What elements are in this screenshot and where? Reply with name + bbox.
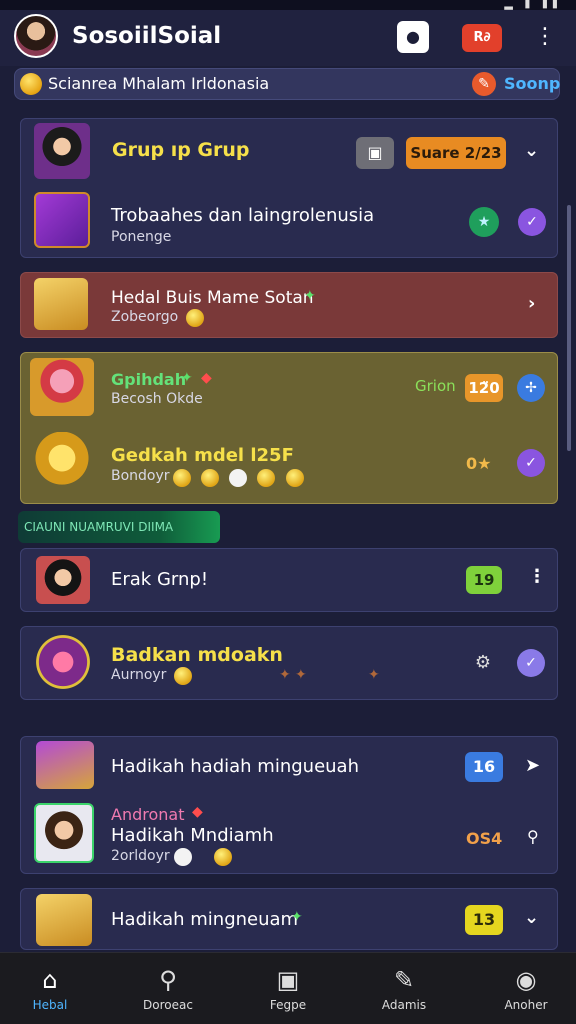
profile-icon: ◉ [515, 966, 537, 994]
treasure-thumb [32, 432, 92, 490]
settings-icon[interactable]: ⚙ [469, 649, 497, 677]
event-subtitle: Aurnoyr [111, 667, 167, 683]
coin-icon [174, 667, 192, 685]
check-icon[interactable]: ✓ [517, 449, 545, 477]
group-badge: 19 [466, 566, 502, 594]
nav-item-home[interactable]: ⌂ Hebal [5, 960, 95, 1020]
event-title: Badkan mdoakn [111, 644, 283, 666]
location-text: Scianrea Mhalam Irldonasia [48, 74, 270, 93]
check-icon[interactable]: ✓ [518, 208, 546, 236]
reward-tag: Grion [415, 377, 456, 395]
bag-icon[interactable]: ● [397, 21, 429, 53]
reward2-title: Gedkah mdel l25F [111, 445, 294, 466]
promo-title: Hedal Buis Mame Sotan [111, 288, 314, 308]
group-title: Grup ıp Grup [112, 139, 250, 161]
weekly-item-subtitle: 2orldoyr [111, 848, 170, 864]
reward-badge: 12̈0 [465, 374, 503, 402]
coin-icon [173, 469, 191, 487]
member-thumb [36, 556, 90, 604]
edit-icon: ✎ [393, 966, 415, 994]
status-bar [0, 0, 576, 10]
nav-label: Hebal [32, 998, 68, 1012]
coin-icon [201, 469, 219, 487]
star-icon[interactable]: ★ [469, 207, 499, 237]
event-badge-thumb [30, 630, 96, 694]
sparkle-icon: ✦ [295, 667, 307, 683]
nav-item-search[interactable]: ⚲ Doroeac [123, 960, 213, 1020]
app-title: SosoiilSoial [72, 23, 222, 49]
nav-item-grid[interactable]: ▣ Fegpe [243, 960, 333, 1020]
weekly-item-badge: OS4 [466, 829, 503, 848]
nav-label: Adamis [381, 998, 427, 1012]
group-avatar-thumb [34, 123, 90, 179]
more-menu-icon[interactable]: ⋮ [533, 22, 557, 54]
weekly-title: Hadikah hadiah mingueuah [111, 756, 359, 777]
sparkle-icon: ✦ [279, 667, 291, 683]
item-icon [174, 848, 192, 866]
nav-label: Anoher [504, 998, 548, 1012]
reward-title: Gpihdah [111, 370, 187, 389]
item-title: Trobaahes dan laingrolenusia [111, 205, 375, 226]
sparkle-icon: ✦ [291, 909, 303, 925]
home-icon: ⌂ [42, 966, 58, 994]
chevron-down-icon[interactable]: ⌄ [524, 140, 539, 161]
group-title: Erak Grnp! [111, 569, 209, 590]
weekly-pretitle: Andronat [111, 805, 185, 824]
flame-icon: ◆ [192, 804, 203, 820]
grid-icon: ▣ [276, 966, 300, 994]
character-thumb [30, 358, 94, 416]
weekly2-badge: 13 [465, 905, 503, 935]
coin-icon [186, 309, 204, 327]
sparkle-icon: ✦ [368, 667, 380, 683]
chevron-right-icon[interactable]: › [528, 293, 535, 314]
member-thumb [34, 803, 94, 863]
share-icon[interactable]: ✢ [517, 374, 545, 402]
item-icon [229, 469, 247, 487]
section-label: CIAUNI NUAMRUVI DIIMA [18, 511, 220, 543]
location-pin-icon[interactable]: ✎ [472, 72, 496, 96]
sparkle-icon: ✦ [181, 370, 193, 386]
weekly-badge: 16 [465, 752, 503, 782]
coin-icon [257, 469, 275, 487]
weekly2-title: Hadikah mingneuam [111, 909, 299, 930]
reward-subtitle: Becosh Okde [111, 391, 203, 407]
header-badge-button[interactable]: R∂ [462, 24, 502, 52]
gold-bars-thumb [36, 894, 92, 946]
search-icon: ⚲ [159, 966, 177, 994]
item-subtitle: Ponenge [111, 229, 172, 245]
reward2-badge: 0★ [466, 454, 492, 473]
nav-label: Fegpe [269, 998, 307, 1012]
arrow-icon[interactable]: ➤ [525, 755, 540, 776]
nav-item-edit[interactable]: ✎ Adamis [359, 960, 449, 1020]
nav-item-profile[interactable]: ◉ Anoher [481, 960, 571, 1020]
location-action-button[interactable]: Soonp [504, 74, 560, 93]
sparkle-icon: ✦ [304, 288, 316, 304]
check-icon[interactable]: ✓ [517, 649, 545, 677]
nav-label: Doroeac [143, 998, 193, 1012]
coin-icon [214, 848, 232, 866]
weekly-item-title: Hadikah Mndiamh [111, 825, 274, 846]
scrollbar[interactable] [567, 205, 571, 451]
weekly-thumb [36, 741, 94, 789]
more-menu-icon[interactable]: ⋮ [528, 566, 546, 587]
game-thumb [34, 192, 90, 248]
reward2-subtitle: Bondoyr [111, 468, 170, 484]
image-icon[interactable]: ▣ [356, 137, 394, 169]
link-icon[interactable]: ⚲ [527, 827, 539, 846]
promo-subtitle: Zobeorgo [111, 309, 179, 325]
avatar[interactable] [14, 14, 58, 58]
status-icons: ▂ ▮ ▮▮ [504, 0, 562, 10]
chevron-down-icon[interactable]: ⌄ [524, 907, 539, 928]
coin-icon [20, 73, 42, 95]
gift-box-thumb [34, 278, 88, 330]
flame-icon: ◆ [201, 370, 212, 386]
group-badge: Suare 2/23 [406, 137, 506, 169]
coin-icon [286, 469, 304, 487]
